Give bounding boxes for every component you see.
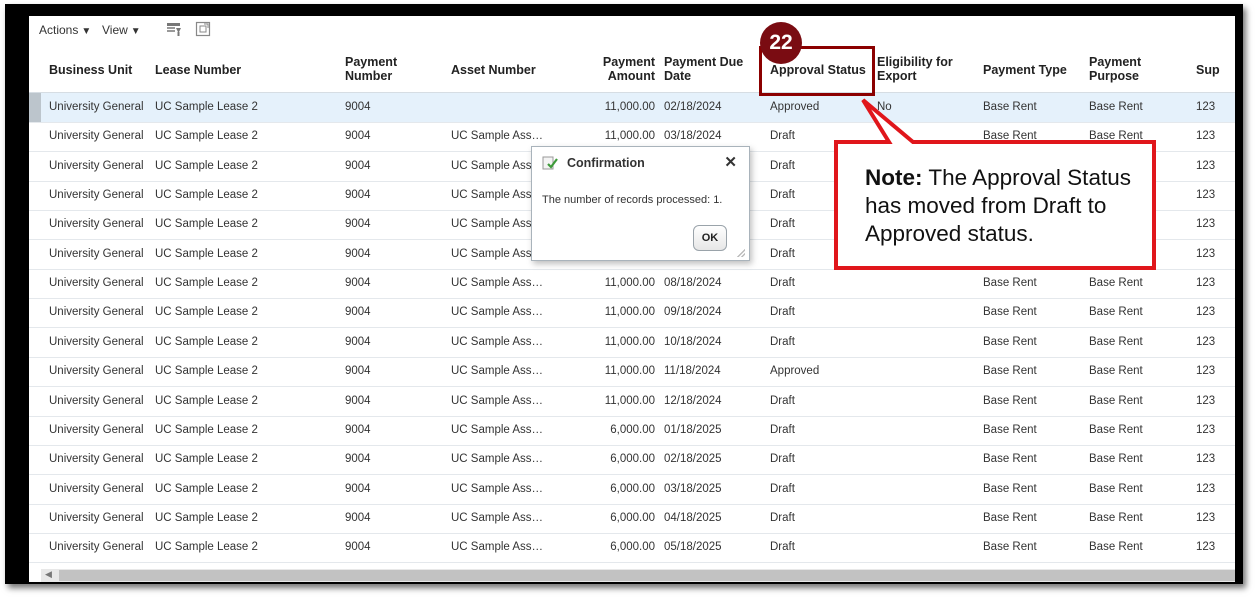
callout-note-label: Note: — [865, 165, 923, 190]
application-screen: Actions ▼ View ▼ Business Unit Lease Num… — [29, 16, 1235, 582]
callout-shape — [834, 98, 1156, 270]
callout-note: Note: The Approval Status has moved from… — [865, 164, 1155, 248]
screenshot-frame: Actions ▼ View ▼ Business Unit Lease Num… — [5, 4, 1243, 584]
